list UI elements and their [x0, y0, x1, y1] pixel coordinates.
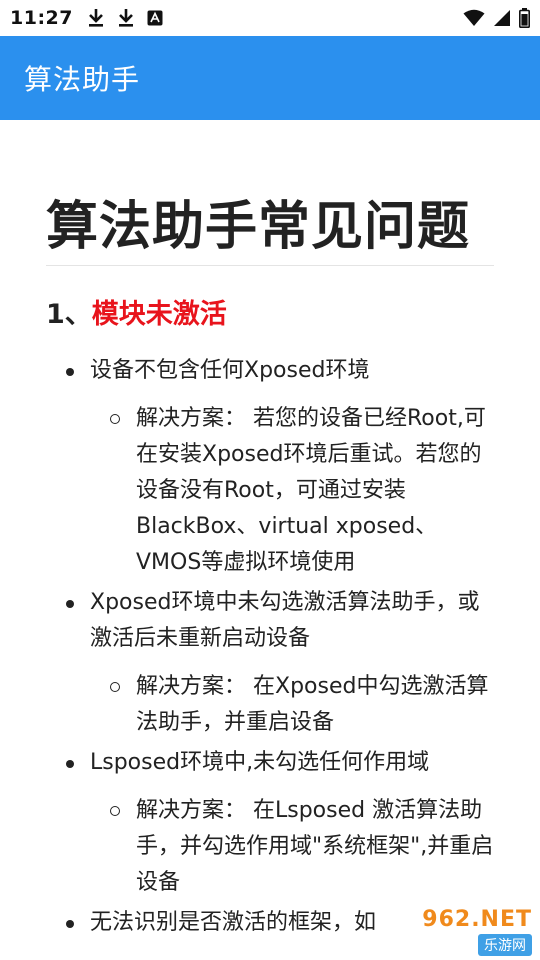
app-title: 算法助手 [24, 63, 141, 96]
problem-list: 设备不包含任何Xposed环境 解决方案： 若您的设备已经Root,可在安装Xp… [46, 353, 494, 941]
problem-text: Lsposed环境中,未勾选任何作用域 [90, 750, 430, 775]
app-bar: 算法助手 [0, 36, 540, 120]
section-number: 1、 [46, 299, 92, 330]
download-icon [117, 8, 135, 28]
article-content[interactable]: 算法助手常见问题 1、 模块未激活 设备不包含任何Xposed环境 解决方案： … [0, 120, 540, 960]
solution-item: 解决方案： 在Xposed中勾选激活算法助手，并重启设备 [90, 669, 494, 741]
problem-text: 无法识别是否激活的框架，如 [90, 910, 377, 935]
status-bar: 11:27 [0, 0, 540, 36]
section-title-text: 模块未激活 [91, 299, 227, 330]
watermark-logo-text: 962.NET [422, 906, 532, 932]
solution-list: 解决方案： 在Lsposed 激活算法助手，并勾选作用域"系统框架",并重启设备 [90, 793, 494, 901]
watermark-site-name: 乐游网 [478, 933, 532, 956]
list-item: 设备不包含任何Xposed环境 解决方案： 若您的设备已经Root,可在安装Xp… [46, 353, 494, 581]
solution-item: 解决方案： 在Lsposed 激活算法助手，并勾选作用域"系统框架",并重启设备 [90, 793, 494, 901]
list-item: Xposed环境中未勾选激活算法助手，或激活后未重新启动设备 解决方案： 在Xp… [46, 585, 494, 741]
list-item: Lsposed环境中,未勾选任何作用域 解决方案： 在Lsposed 激活算法助… [46, 745, 494, 901]
status-icons-left [87, 8, 163, 28]
wifi-icon [463, 9, 485, 27]
accessibility-icon [147, 10, 163, 26]
problem-text: Xposed环境中未勾选激活算法助手，或激活后未重新启动设备 [90, 590, 480, 651]
problem-text: 设备不包含任何Xposed环境 [90, 358, 370, 383]
signal-icon [493, 9, 511, 27]
status-time: 11:27 [10, 7, 73, 29]
section-title: 1、 模块未激活 [46, 292, 494, 331]
battery-icon [519, 8, 530, 28]
solution-list: 解决方案： 若您的设备已经Root,可在安装Xposed环境后重试。若您的设备没… [90, 401, 494, 581]
download-icon [87, 8, 105, 28]
status-icons-right [463, 8, 530, 28]
solution-list: 解决方案： 在Xposed中勾选激活算法助手，并重启设备 [90, 669, 494, 741]
site-watermark: 962.NET 乐游网 [398, 905, 536, 957]
solution-item: 解决方案： 若您的设备已经Root,可在安装Xposed环境后重试。若您的设备没… [90, 401, 494, 581]
page-heading: 算法助手常见问题 [46, 184, 494, 266]
